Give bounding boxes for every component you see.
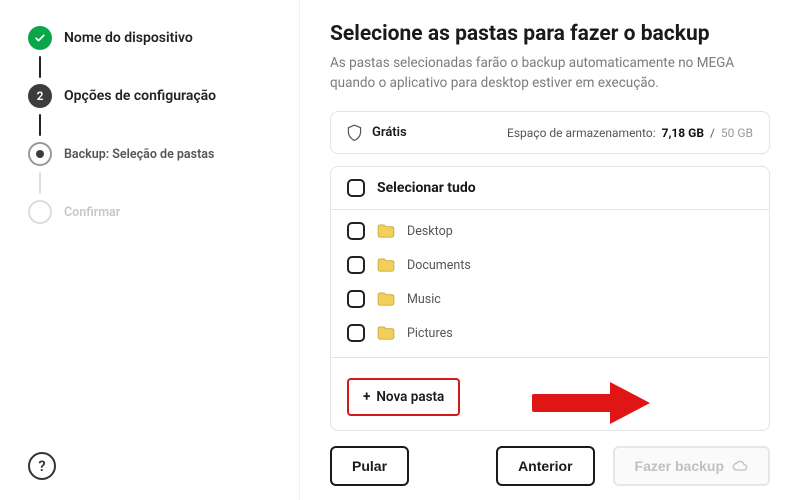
checkbox-icon[interactable] [347,222,365,240]
checkbox-icon[interactable] [347,256,365,274]
folder-row[interactable]: Desktop [347,214,753,248]
step-backup-folder-selection[interactable]: Backup: Seleção de pastas [28,136,279,172]
add-folder-label: Nova pasta [376,389,444,405]
skip-button[interactable]: Pular [330,446,409,486]
folder-name: Pictures [407,326,453,341]
step-label: Opções de configuração [64,88,216,104]
select-all-row[interactable]: Selecionar tudo [331,167,769,210]
plan-name: Grátis [372,125,407,140]
storage-info: Espaço de armazenamento: 7,18 GB / 50 GB [507,126,753,140]
help-button[interactable]: ? [28,452,56,480]
folder-selection-card: Selecionar tudo Desktop Documents Music [330,166,770,431]
page-subtitle: As pastas selecionadas farão o backup au… [330,54,770,93]
step-connector [39,114,41,136]
storage-total: 50 GB [721,126,753,140]
folder-icon [377,224,395,238]
storage-used: 7,18 GB [662,126,704,140]
step-device-name[interactable]: Nome do dispositivo [28,20,279,56]
step-label: Nome do dispositivo [64,30,193,46]
plus-icon: + [363,389,370,405]
step-config-options[interactable]: 2 Opções de configuração [28,78,279,114]
folder-name: Documents [407,258,471,273]
folder-name: Music [407,292,441,307]
storage-sep: / [710,126,715,140]
skip-label: Pular [352,458,387,474]
previous-label: Anterior [518,458,572,474]
add-folder-button[interactable]: + Nova pasta [347,378,460,416]
step-label: Backup: Seleção de pastas [64,147,214,162]
folder-icon [377,258,395,272]
cloud-upload-icon [732,460,748,472]
step-confirm: Confirmar [28,194,279,230]
step-connector [39,56,41,78]
folder-icon [377,292,395,306]
do-backup-button: Fazer backup [613,446,770,486]
step-number-icon: 2 [28,84,52,108]
checkbox-icon[interactable] [347,179,365,197]
footer-actions: Pular Anterior Fazer backup [330,446,770,486]
checkbox-icon[interactable] [347,324,365,342]
future-step-icon [28,200,52,224]
shield-icon [347,124,362,141]
folder-icon [377,326,395,340]
folder-row[interactable]: Documents [347,248,753,282]
select-all-label: Selecionar tudo [377,180,476,196]
folder-name: Desktop [407,224,453,239]
do-backup-label: Fazer backup [635,458,724,474]
plan-storage-card: Grátis Espaço de armazenamento: 7,18 GB … [330,111,770,154]
folder-row[interactable]: Pictures [347,316,753,350]
main-panel: Selecione as pastas para fazer o backup … [300,0,800,500]
step-label: Confirmar [64,205,120,220]
folder-list: Desktop Documents Music Pictures [331,210,769,358]
folder-row[interactable]: Music [347,282,753,316]
previous-button[interactable]: Anterior [496,446,594,486]
check-icon [28,26,52,50]
current-step-icon [28,142,52,166]
checkbox-icon[interactable] [347,290,365,308]
storage-label: Espaço de armazenamento: [507,126,656,140]
step-connector [39,172,41,194]
setup-sidebar: Nome do dispositivo 2 Opções de configur… [0,0,300,500]
page-title: Selecione as pastas para fazer o backup [330,22,770,46]
help-icon: ? [38,457,45,475]
